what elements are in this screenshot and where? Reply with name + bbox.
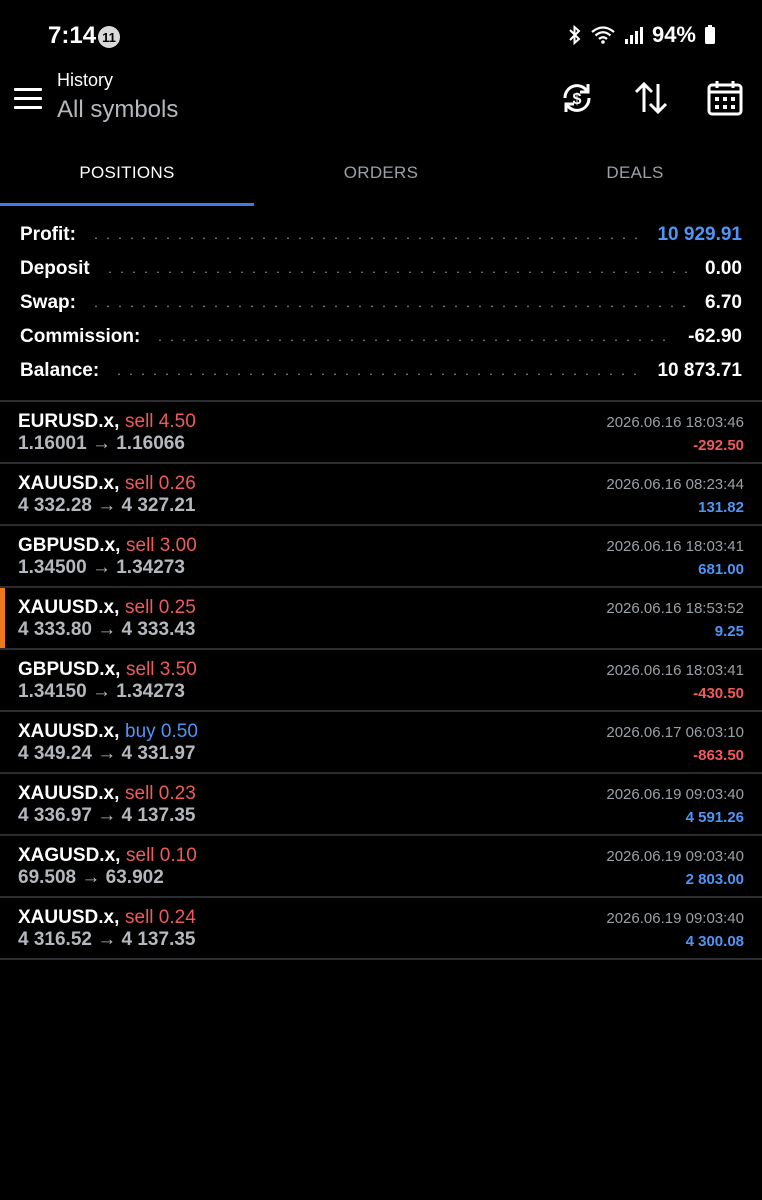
position-profit: 681.00: [698, 561, 744, 578]
position-prices: 4 336.97 → 4 137.35: [18, 805, 196, 826]
position-symbol: GBPUSD.x,: [18, 535, 121, 556]
position-profit: 4 591.26: [685, 809, 744, 826]
table-row[interactable]: GBPUSD.x, sell 3.00 1.34500 → 1.34273 20…: [0, 526, 762, 588]
table-row[interactable]: XAGUSD.x, sell 0.10 69.508 → 63.902 2026…: [0, 836, 762, 898]
position-prices: 4 316.52 → 4 137.35: [18, 929, 196, 950]
status-icons: 94%: [568, 22, 716, 48]
summary-profit-row: Profit: 10 929.91: [20, 218, 742, 252]
deposit-value: 0.00: [705, 258, 742, 279]
profit-value: 10 929.91: [657, 224, 742, 245]
position-prices: 4 333.80 → 4 333.43: [18, 619, 196, 640]
position-side: sell 3.00: [126, 535, 197, 556]
table-row[interactable]: XAUUSD.x, sell 0.26 4 332.28 → 4 327.21 …: [0, 464, 762, 526]
calendar-icon[interactable]: [705, 78, 745, 118]
table-row[interactable]: XAUUSD.x, sell 0.23 4 336.97 → 4 137.35 …: [0, 774, 762, 836]
app-header: History All symbols $: [0, 70, 762, 140]
signal-icon: [624, 27, 643, 44]
position-side: sell 0.10: [126, 845, 197, 866]
position-symbol: XAUUSD.x,: [18, 907, 120, 928]
position-profit: 4 300.08: [685, 933, 744, 950]
position-time: 2026.06.16 18:03:46: [606, 414, 744, 431]
position-time: 2026.06.16 18:03:41: [606, 662, 744, 679]
position-time: 2026.06.19 09:03:40: [606, 786, 744, 803]
svg-text:$: $: [573, 91, 582, 108]
dotted-leader: [103, 271, 692, 273]
profit-label: Profit:: [20, 224, 76, 245]
position-time: 2026.06.19 09:03:40: [606, 910, 744, 927]
table-row[interactable]: XAUUSD.x, sell 0.24 4 316.52 → 4 137.35 …: [0, 898, 762, 960]
swap-value: 6.70: [705, 292, 742, 313]
position-profit: -430.50: [693, 685, 744, 702]
position-symbol: GBPUSD.x,: [18, 659, 121, 680]
position-symbol: XAUUSD.x,: [18, 597, 120, 618]
status-time: 7:14: [48, 22, 97, 49]
position-symbol: XAUUSD.x,: [18, 721, 120, 742]
summary-balance-row: Balance: 10 873.71: [20, 354, 742, 388]
position-time: 2026.06.17 06:03:10: [606, 724, 744, 741]
page-title: History: [57, 70, 114, 90]
history-tabs: POSITIONS ORDERS DEALS: [0, 140, 762, 206]
position-prices: 1.34150 → 1.34273: [18, 681, 185, 702]
position-time: 2026.06.16 18:03:41: [606, 538, 744, 555]
position-prices: 4 349.24 → 4 331.97: [18, 743, 196, 764]
position-profit: -292.50: [693, 437, 744, 454]
dotted-leader: [89, 305, 692, 307]
position-side: sell 0.26: [125, 473, 196, 494]
bluetooth-icon: [569, 25, 581, 45]
table-row[interactable]: XAUUSD.x, sell 0.25 4 333.80 → 4 333.43 …: [0, 588, 762, 650]
position-time: 2026.06.19 09:03:40: [606, 848, 744, 865]
commission-label: Commission:: [20, 326, 141, 347]
position-side: buy 0.50: [125, 721, 198, 742]
table-row[interactable]: EURUSD.x, sell 4.50 1.16001 → 1.16066 20…: [0, 402, 762, 464]
symbol-filter[interactable]: All symbols: [57, 96, 178, 124]
dotted-leader: [154, 339, 675, 341]
wifi-icon: [591, 26, 615, 44]
position-time: 2026.06.16 18:53:52: [606, 600, 744, 617]
status-bar: 7:14 11 94%: [0, 0, 762, 70]
position-side: sell 0.23: [125, 783, 196, 804]
table-row[interactable]: XAUUSD.x, buy 0.50 4 349.24 → 4 331.97 2…: [0, 712, 762, 774]
position-symbol: XAGUSD.x,: [18, 845, 121, 866]
sort-icon[interactable]: [631, 78, 671, 118]
summary-swap-row: Swap: 6.70: [20, 286, 742, 320]
tab-deals[interactable]: DEALS: [508, 140, 762, 206]
deposit-label: Deposit: [20, 258, 90, 279]
commission-value: -62.90: [688, 326, 742, 347]
battery-percent: 94%: [651, 22, 696, 47]
position-side: sell 0.24: [125, 907, 196, 928]
menu-button[interactable]: [14, 86, 44, 112]
balance-value: 10 873.71: [657, 360, 742, 381]
balance-label: Balance:: [20, 360, 100, 381]
tab-orders[interactable]: ORDERS: [254, 140, 508, 206]
position-side: sell 0.25: [125, 597, 196, 618]
position-profit: 9.25: [714, 623, 744, 640]
position-side: sell 3.50: [126, 659, 197, 680]
position-profit: 131.82: [698, 499, 744, 516]
dotted-leader: [113, 373, 644, 375]
dotted-leader: [89, 237, 644, 239]
position-time: 2026.06.16 08:23:44: [606, 476, 744, 493]
swap-label: Swap:: [20, 292, 76, 313]
notification-badge: 11: [98, 26, 120, 48]
position-profit: 2 803.00: [685, 871, 744, 888]
positions-list: EURUSD.x, sell 4.50 1.16001 → 1.16066 20…: [0, 402, 762, 960]
position-profit: -863.50: [693, 747, 744, 764]
position-symbol: XAUUSD.x,: [18, 783, 120, 804]
menu-icon: [14, 88, 42, 91]
summary-commission-row: Commission: -62.90: [20, 320, 742, 354]
position-prices: 4 332.28 → 4 327.21: [18, 495, 196, 516]
summary-panel: Profit: 10 929.91 Deposit 0.00 Swap: 6.7…: [20, 218, 742, 388]
position-symbol: XAUUSD.x,: [18, 473, 120, 494]
position-symbol: EURUSD.x,: [18, 411, 120, 432]
position-prices: 1.34500 → 1.34273: [18, 557, 185, 578]
position-side: sell 4.50: [125, 411, 196, 432]
position-prices: 69.508 → 63.902: [18, 867, 164, 888]
sync-currency-icon[interactable]: $: [557, 78, 597, 118]
battery-icon: [705, 25, 715, 44]
tab-positions[interactable]: POSITIONS: [0, 140, 254, 206]
summary-deposit-row: Deposit 0.00: [20, 252, 742, 286]
position-prices: 1.16001 → 1.16066: [18, 433, 185, 454]
table-row[interactable]: GBPUSD.x, sell 3.50 1.34150 → 1.34273 20…: [0, 650, 762, 712]
